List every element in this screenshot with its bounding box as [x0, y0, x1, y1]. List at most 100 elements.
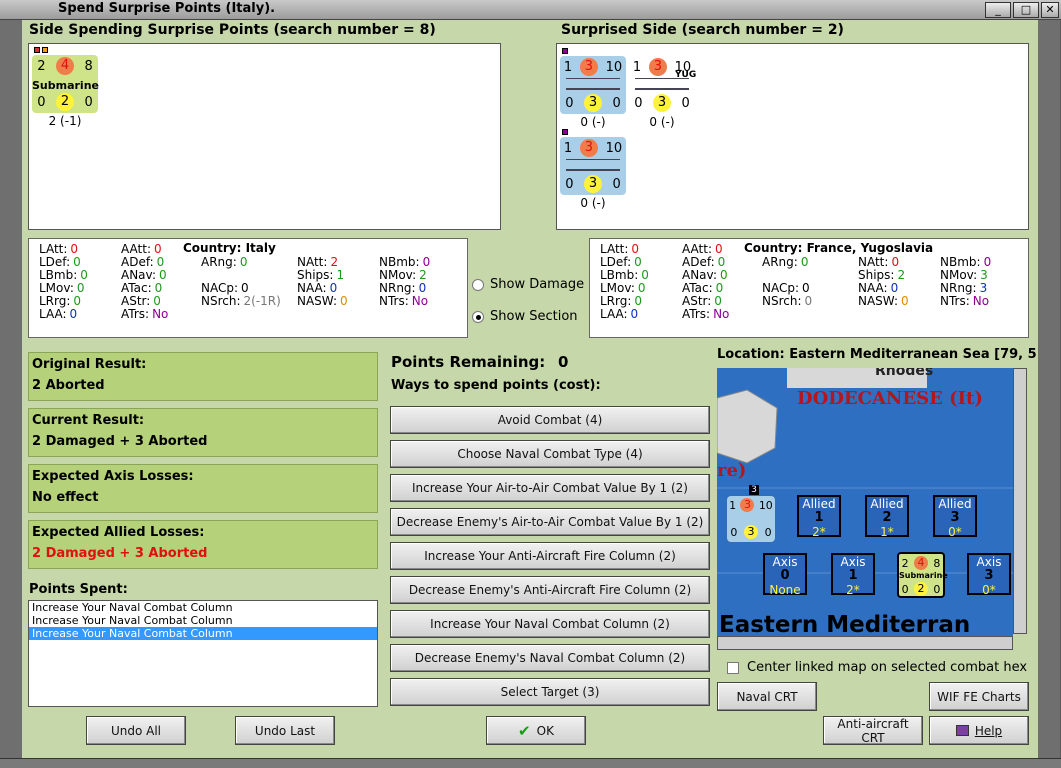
list-item[interactable]: Increase Your Naval Combat Column — [29, 601, 377, 614]
unit-label: 0 (-) — [580, 115, 606, 129]
ship-counter[interactable]: 1 3 10 030 — [560, 129, 626, 195]
points-spent-list[interactable]: Increase Your Naval Combat Column Increa… — [28, 600, 378, 707]
stat-key: AAtt: — [682, 242, 712, 256]
stat-key: ATrs: — [121, 307, 150, 321]
counter-value: 8 — [84, 58, 93, 74]
center-map-checkbox[interactable]: Center linked map on selected combat hex — [727, 660, 1027, 675]
ship-counter[interactable]: 1 3 10 030 — [560, 48, 626, 114]
decrease-enemy-anti-aircraft-button[interactable]: Decrease Enemy's Anti-Aircraft Fire Colu… — [390, 576, 710, 604]
stat-latt: LAtt: 0 — [39, 242, 78, 256]
show-section-radio[interactable]: Show Section — [472, 309, 578, 324]
wif-charts-button[interactable]: WIF FE Charts — [929, 682, 1029, 711]
box-status: 0* — [948, 525, 962, 539]
map-horizontal-scrollbar[interactable] — [717, 636, 1013, 650]
stat-key: ANav: — [682, 268, 718, 282]
maximize-button[interactable]: □ — [1013, 2, 1039, 18]
unit-name: Submarine — [32, 79, 99, 92]
select-target-button[interactable]: Select Target (3) — [390, 678, 710, 706]
stat-nmov: NMov: 3 — [940, 268, 988, 282]
stat-value: 0 — [802, 281, 810, 295]
increase-air-to-air-button[interactable]: Increase Your Air-to-Air Combat Value By… — [390, 474, 710, 502]
stat-value: No — [972, 294, 990, 308]
box-title: Allied — [802, 497, 836, 511]
allied-losses-box: Expected Allied Losses: 2 Damaged + 3 Abo… — [28, 520, 378, 569]
list-item[interactable]: Increase Your Naval Combat Column — [29, 614, 377, 627]
allied-box-3[interactable]: Allied 3 0* — [933, 495, 977, 539]
increase-anti-aircraft-button[interactable]: Increase Your Anti-Aircraft Fire Column … — [390, 542, 710, 570]
ok-button[interactable]: ✔ OK — [486, 716, 586, 745]
stat-value: 0 — [159, 268, 167, 282]
stat-lmov: LMov: 0 — [39, 281, 85, 295]
stat-key: NRng: — [379, 281, 416, 295]
island-shape — [717, 389, 778, 464]
stat-value: 0 — [76, 281, 85, 295]
stat-key: NASW: — [858, 294, 899, 308]
naval-crt-button[interactable]: Naval CRT — [717, 682, 817, 711]
nation-tag: YUG — [675, 70, 697, 80]
checkmark-icon: ✔ — [518, 721, 531, 740]
increase-naval-combat-button[interactable]: Increase Your Naval Combat Column (2) — [390, 610, 710, 638]
stat-nacp: NACp: 0 — [762, 281, 810, 295]
undo-all-button[interactable]: Undo All — [86, 716, 186, 745]
map-label-sea: Eastern Mediterran — [719, 612, 971, 638]
anti-aircraft-crt-button[interactable]: Anti-aircraft CRT — [823, 716, 923, 745]
map-location-label: Location: Eastern Mediterranean Sea [79,… — [717, 347, 1037, 362]
surprised-units-panel: 1 3 10 030 0 (-) 1 3 10 YUG 030 0 (-) 1 3 10 0… — [556, 43, 1029, 230]
stat-value: 0 — [891, 255, 900, 269]
help-button[interactable]: Help — [929, 716, 1029, 745]
map-submarine-counter[interactable]: 248 Submarine 020 — [897, 552, 948, 598]
box-status: None — [769, 583, 801, 597]
stat-nrng: NRng: 0 — [379, 281, 426, 295]
stat-arng: ARng: 0 — [201, 255, 247, 269]
stat-latt: LAtt: 0 — [600, 242, 639, 256]
choose-naval-combat-type-button[interactable]: Choose Naval Combat Type (4) — [390, 440, 710, 468]
avoid-combat-button[interactable]: Avoid Combat (4) — [390, 406, 710, 434]
list-item[interactable]: Increase Your Naval Combat Column — [29, 627, 377, 640]
undo-last-button[interactable]: Undo Last — [235, 716, 335, 745]
allied-box-2[interactable]: Allied 2 1* — [865, 495, 909, 539]
stat-lrrg: LRrg: 0 — [39, 294, 81, 308]
stat-ldef: LDef: 0 — [600, 255, 642, 269]
box-title: Allied — [870, 497, 904, 511]
linked-map[interactable]: Rhodes DODECANESE (It) re) 1 3 10 030 3 Al… — [717, 368, 1013, 640]
ok-label: OK — [536, 723, 554, 738]
stat-nacp: NACp: 0 — [201, 281, 249, 295]
show-damage-radio[interactable]: Show Damage — [472, 277, 584, 292]
stat-astr: AStr: 0 — [121, 294, 161, 308]
stat-nbmb: NBmb: 0 — [940, 255, 991, 269]
spending-units-panel: 248 Submarine 020 2 (-1) — [28, 43, 501, 230]
stat-value: 0 — [890, 281, 899, 295]
decrease-enemy-naval-combat-button[interactable]: Decrease Enemy's Naval Combat Column (2) — [390, 644, 710, 672]
close-button[interactable]: ✕ — [1041, 2, 1059, 18]
country-label: Country: Italy — [183, 241, 276, 255]
stat-atrs: ATrs: No — [682, 307, 729, 321]
stat-value: 0 — [630, 307, 639, 321]
counter-value: 0 — [681, 95, 690, 111]
box-number: 1 — [848, 568, 858, 583]
counter-value: 0 — [37, 94, 46, 110]
stat-key: LDef: — [39, 255, 71, 269]
allied-box-1[interactable]: Allied 1 2* — [797, 495, 841, 539]
unit-label: 0 (-) — [580, 196, 606, 210]
stat-value: 0 — [641, 268, 649, 282]
axis-box-1[interactable]: Axis 1 2* — [831, 553, 875, 597]
box-status: 1* — [880, 525, 894, 539]
stat-naa: NAA: 0 — [297, 281, 337, 295]
submarine-counter[interactable]: 248 Submarine 020 — [32, 47, 99, 113]
ship-counter[interactable]: 1 3 10 YUG 030 — [629, 56, 697, 114]
allied-stats-panel: Country: France, Yugoslavia LAtt: 0 LDef: 0… — [589, 238, 1029, 338]
stat-key: LAA: — [600, 307, 628, 321]
stat-anav: ANav: 0 — [682, 268, 728, 282]
stat-adef: ADef: 0 — [682, 255, 725, 269]
stat-key: NTrs: — [379, 294, 409, 308]
map-vertical-scrollbar[interactable] — [1013, 368, 1027, 634]
stat-value: 0 — [717, 255, 726, 269]
axis-box-0[interactable]: Axis 0 None — [763, 553, 807, 597]
minimize-button[interactable]: _ — [985, 2, 1011, 18]
map-label-dodecanese: DODECANESE (It) — [797, 388, 983, 409]
axis-box-3[interactable]: Axis 3 0* — [967, 553, 1011, 597]
counter-value: 1 — [563, 59, 573, 75]
map-ship-stack[interactable]: 1 3 10 030 — [727, 496, 775, 542]
decrease-enemy-air-to-air-button[interactable]: Decrease Enemy's Air-to-Air Combat Value… — [390, 508, 710, 536]
surprised-side-header: Surprised Side (search number = 2) — [561, 22, 844, 38]
